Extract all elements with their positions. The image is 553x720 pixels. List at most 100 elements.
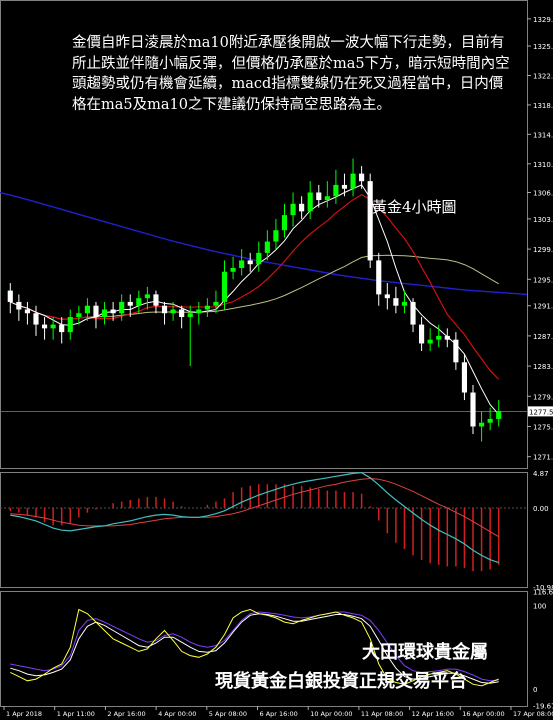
candle-body (444, 335, 450, 340)
candle-body (101, 309, 108, 318)
candle-body (436, 335, 442, 340)
price-tick-label: 1314.2 (533, 131, 553, 139)
candle-body (281, 215, 288, 231)
x-tick-label: 1 Apr 11:00 (57, 710, 95, 718)
candle-body (333, 184, 339, 197)
candle-body (410, 301, 416, 325)
ma10-line (10, 194, 500, 380)
x-tick-label: 1 Apr 2018 (6, 710, 42, 718)
candle-body (496, 411, 502, 419)
x-tick-label: 6 Apr 16:00 (260, 710, 298, 718)
candle-body (76, 313, 82, 318)
candle-body (273, 230, 279, 242)
macd-tick-label: 4.87 (533, 470, 549, 478)
candle-body (84, 305, 90, 314)
x-tick-label: 4 Apr 00:00 (158, 710, 196, 718)
candle-body (427, 339, 433, 344)
panel-frame-2 (0, 472, 528, 588)
x-tick-label: 17 Apr 08:00 (513, 710, 553, 718)
x-tick-label: 16 Apr 00:00 (462, 710, 504, 718)
candle-body (470, 392, 476, 427)
candle-body (401, 301, 408, 306)
candle-body (93, 305, 99, 318)
ma5-line (10, 184, 500, 415)
macd-tick-label: 0.00 (533, 505, 549, 513)
price-tick-label: 1310.3 (533, 161, 553, 169)
candle-body (256, 252, 262, 265)
brand-name: 大田環球貴金屬 (362, 642, 488, 663)
candle-body (170, 309, 176, 314)
candle-body (50, 324, 56, 329)
candle-body (247, 260, 253, 265)
candle-body (59, 324, 65, 333)
candle-body (144, 294, 150, 299)
candle-body (179, 309, 185, 318)
candle-body (487, 418, 493, 423)
price-tick-label: 1322.0 (533, 72, 553, 80)
price-tick-label: 1325.9 (533, 43, 553, 51)
price-tick-label: 1299.0 (533, 246, 553, 254)
candle-body (307, 192, 313, 212)
brand-slogan: 現貨黃金白銀投資正規交易平台 (215, 671, 467, 692)
osc-tick-label: 116.61 (533, 588, 553, 596)
candle-body (239, 260, 245, 268)
candle-body (127, 301, 133, 306)
candle-body (187, 313, 193, 318)
candle-body (119, 301, 125, 314)
candle-body (24, 309, 30, 314)
price-tick-label: 1291.5 (533, 303, 553, 311)
candle-body (350, 173, 356, 189)
candle-body (110, 309, 116, 314)
candle-body (264, 241, 270, 253)
analysis-commentary: 金價自昨日淩晨於ma10附近承壓後開啟一波大幅下行走勢，目前有所止跌並伴隨小幅反… (72, 35, 510, 113)
candle-body (359, 173, 365, 182)
price-tick-label: 1287.5 (533, 333, 553, 341)
price-tick-label: 1271.5 (533, 454, 553, 462)
price-tick-label: 1279.5 (533, 393, 553, 401)
candle-body (384, 294, 390, 299)
candle-body (67, 317, 73, 333)
x-tick-label: 5 Apr 08:00 (209, 710, 247, 718)
candle-body (221, 271, 228, 302)
candle-body (196, 309, 202, 314)
candle-body (7, 290, 13, 302)
price-tick-label: 1283.5 (533, 363, 553, 371)
candle-body (204, 305, 210, 310)
candle-body (230, 267, 236, 272)
candle-body (316, 192, 322, 201)
price-tick-label: 1275.5 (533, 423, 553, 431)
ma-olive-line (10, 254, 499, 320)
candle-body (41, 324, 48, 329)
candle-body (299, 203, 305, 212)
candle-body (290, 203, 296, 216)
candle-body (461, 362, 468, 393)
x-tick-label: 12 Apr 16:00 (412, 710, 454, 718)
x-tick-label: 2 Apr 16:00 (107, 710, 145, 718)
candle-body (453, 339, 459, 363)
candle-body (393, 298, 399, 306)
candle-body (153, 294, 159, 306)
candle-body (479, 422, 485, 427)
candle-body (419, 324, 425, 344)
candle-body (376, 260, 382, 295)
x-tick-label: 10 Apr 00:00 (310, 710, 352, 718)
osc-tick-label: 0 (533, 686, 537, 694)
osc-tick-label: 100 (533, 602, 546, 610)
current-price-label: 1277.5 (529, 408, 553, 416)
price-tick-label: 1295.0 (533, 276, 553, 284)
candle-body (367, 181, 373, 261)
x-tick-label: 11 Apr 08:00 (361, 710, 403, 718)
candle-body (161, 305, 168, 314)
macd-line (10, 472, 499, 564)
chart-title: 黃金4小時圖 (372, 198, 457, 216)
candle-body (33, 313, 39, 325)
candle-body (136, 298, 142, 306)
candle-body (341, 184, 348, 189)
price-tick-label: 1306.5 (533, 189, 553, 197)
price-tick-label: 1303.0 (533, 216, 553, 224)
price-tick-label: 1329.5 (533, 16, 553, 24)
price-tick-label: 1318.1 (533, 102, 553, 110)
candle-body (324, 196, 330, 201)
candle-body (16, 301, 22, 310)
candle-body (213, 301, 219, 306)
